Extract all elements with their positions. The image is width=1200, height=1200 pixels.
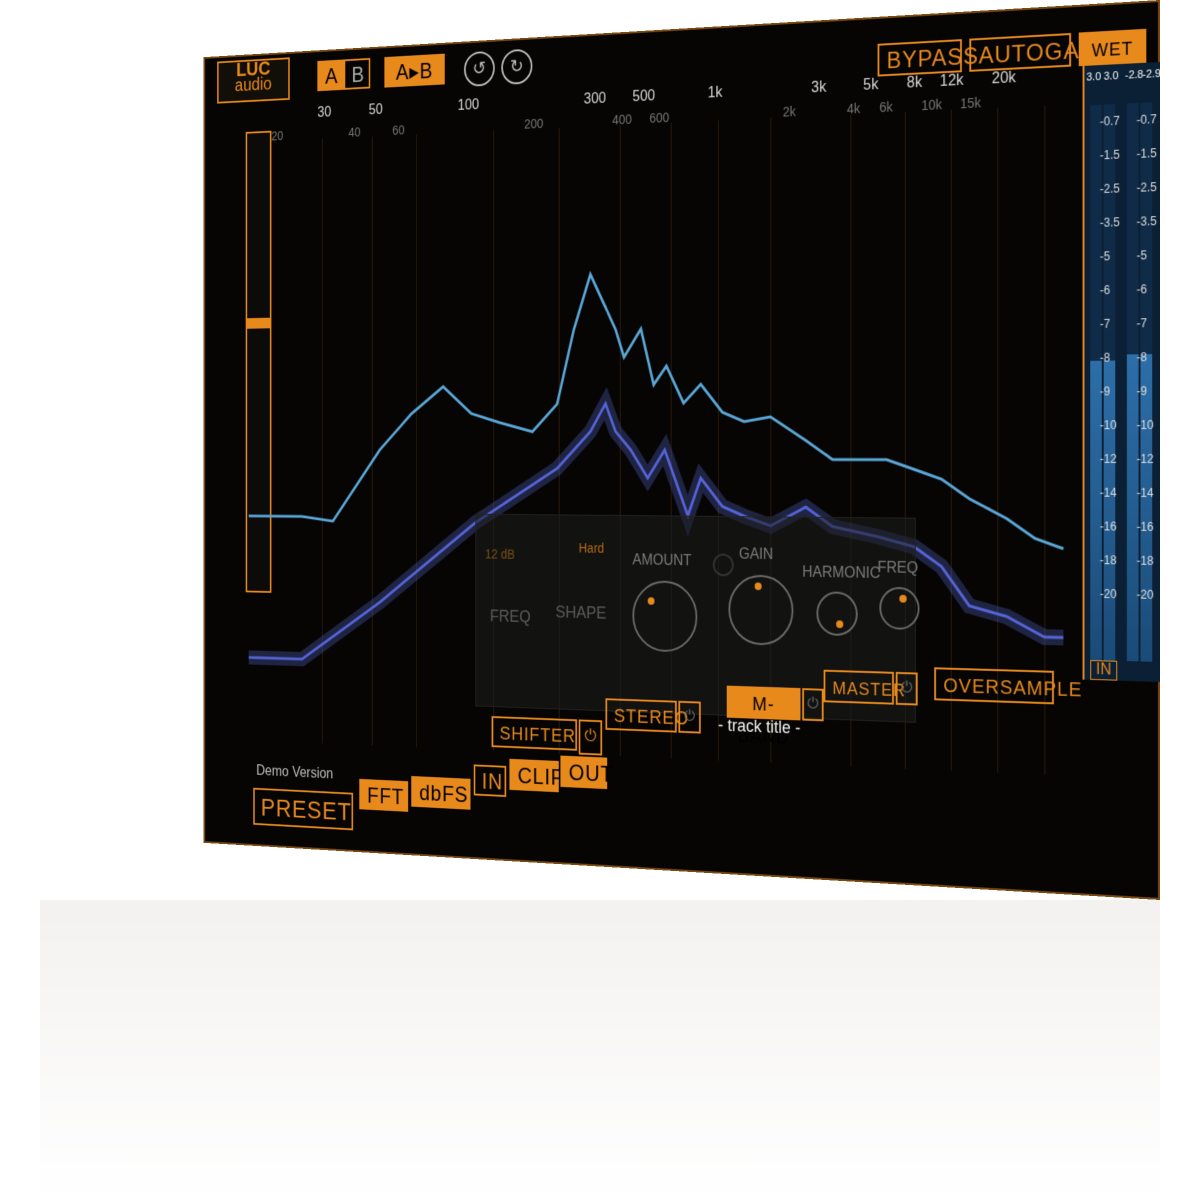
b-button[interactable]: B: [343, 57, 371, 90]
freq-knob-indicator: [899, 594, 907, 603]
meter-tick-label: -0.7: [1136, 112, 1157, 128]
meter-tick-label: -1.5: [1099, 147, 1120, 163]
a-to-b-button[interactable]: A▸B: [384, 53, 445, 88]
preset-button[interactable]: PRESET: [253, 787, 354, 831]
out-button[interactable]: OUT: [560, 755, 614, 790]
meter-tick-label: -14: [1136, 485, 1154, 500]
freq-label-3k: 3k: [811, 79, 827, 97]
freq-label-12k: 12k: [939, 72, 964, 90]
meter-tick-label: -9: [1099, 384, 1111, 399]
meter-tick-label: -7: [1099, 316, 1111, 331]
meter-scale: -0.7 -0.7 -1.5 -1.5 -2.5 -2.5 -3.5 -3.5 -5 -5 -6 -6…: [1084, 102, 1160, 662]
meter-tick-label: -1.5: [1136, 146, 1157, 161]
gain-knob[interactable]: [728, 574, 794, 646]
peak-left-b: 3.0: [1103, 70, 1119, 83]
amount-knob-indicator: [647, 597, 655, 605]
autogain-button[interactable]: AUTOGAIN: [969, 32, 1105, 72]
meter-tick-label: -10: [1136, 418, 1154, 433]
stereo-power-icon[interactable]: ⏻: [678, 700, 701, 734]
freq-label-5k: 5k: [863, 76, 879, 94]
meter-tick-label: -18: [1099, 553, 1117, 568]
master-power-icon[interactable]: ⏻: [895, 671, 918, 706]
track-title: - track title -: [718, 715, 801, 738]
gain-knob-indicator: [754, 582, 762, 591]
demo-version-label: Demo Version: [256, 763, 334, 783]
logo-line-2: audio: [234, 74, 272, 96]
luc-audio-logo: LUC audio: [217, 57, 290, 104]
mband-power-icon[interactable]: ⏻: [802, 688, 824, 722]
meter-tick-label: -7: [1136, 316, 1147, 331]
freq-label-8k: 8k: [906, 74, 923, 92]
freq-label-500: 500: [632, 88, 656, 106]
peak-right-b: -2.9: [1142, 67, 1161, 81]
harmonic-label: HARMONIC: [802, 564, 881, 582]
meter-tick-label: -18: [1136, 553, 1154, 568]
harmonic-knob[interactable]: [816, 591, 858, 637]
meter-in-label: IN: [1090, 660, 1118, 681]
in-button[interactable]: IN: [473, 764, 507, 797]
spectrum-input-line: [249, 262, 1064, 548]
shape-value: Hard: [578, 540, 605, 556]
freq-label-100: 100: [457, 97, 480, 114]
freq-label-20k: 20k: [991, 69, 1016, 88]
meter-tick-label: -8: [1136, 350, 1147, 365]
freq-label-50: 50: [368, 102, 383, 119]
undo-icon[interactable]: ↺: [464, 50, 495, 87]
meter-tick-label: -20: [1136, 587, 1154, 602]
meter-tick-label: -10: [1099, 418, 1117, 433]
db-value: 12 dB: [485, 546, 515, 562]
meter-tick-label: -5: [1099, 249, 1111, 264]
wet-button[interactable]: WET: [1078, 28, 1147, 67]
meter-tick-label: -16: [1136, 519, 1154, 534]
mode-circle-icon[interactable]: [712, 553, 734, 577]
meter-tick-label: -0.7: [1099, 113, 1120, 129]
meter-tick-label: -12: [1136, 451, 1154, 466]
meter-tick-label: -9: [1136, 384, 1147, 399]
meter-tick-label: -3.5: [1099, 215, 1120, 230]
stereo-button[interactable]: STEREO: [605, 698, 689, 733]
shifter-power-icon[interactable]: ⏻: [578, 719, 603, 756]
dbfs-button[interactable]: dbFS: [411, 775, 471, 810]
meter-tick-label: -3.5: [1136, 214, 1157, 229]
freq2-label: FREQ: [877, 559, 919, 577]
meter-tick-label: -6: [1099, 283, 1111, 298]
freq-label: FREQ: [489, 606, 531, 626]
level-meter-panel: 3.0 3.0 -2.8 -2.9 -0.7 -0.7 -1.5 -1.5 -2.5 -2…: [1082, 61, 1161, 683]
freq-label-1k: 1k: [707, 84, 723, 102]
clip-button[interactable]: CLIP: [509, 758, 565, 793]
meter-tick-label: -6: [1136, 282, 1147, 297]
meter-tick-label: -8: [1099, 350, 1111, 365]
peak-right-a: -2.8: [1124, 68, 1144, 82]
freq-label-30: 30: [317, 104, 332, 121]
meter-tick-label: -2.5: [1136, 180, 1157, 195]
fft-button[interactable]: FFT: [359, 778, 409, 812]
gain-label: GAIN: [738, 546, 774, 563]
meter-tick-label: -14: [1099, 485, 1117, 500]
meter-tick-label: -5: [1136, 248, 1147, 263]
peak-left-a: 3.0: [1086, 70, 1102, 84]
shifter-button[interactable]: SHIFTER: [491, 716, 578, 751]
redo-icon[interactable]: ↻: [501, 48, 533, 86]
freq-label-300: 300: [583, 90, 607, 108]
freq-knob[interactable]: [879, 586, 920, 631]
plugin-window: LUC audio A B A▸B ↺ ↻ BYPASS AUTOGAIN WE…: [203, 0, 1161, 900]
reflection: [40, 900, 1160, 1200]
oversample-button[interactable]: OVERSAMPLE: [934, 667, 1082, 705]
a-button[interactable]: A: [317, 59, 344, 92]
master-button[interactable]: MASTER: [823, 669, 906, 705]
meter-tick-label: -12: [1099, 451, 1117, 466]
amount-knob[interactable]: [632, 580, 698, 653]
amount-label: AMOUNT: [632, 552, 692, 570]
meter-tick-label: -2.5: [1099, 181, 1120, 197]
meter-tick-label: -16: [1099, 519, 1117, 534]
harmonic-knob-indicator: [836, 620, 844, 629]
meter-tick-label: -20: [1099, 586, 1117, 602]
shape-label: SHAPE: [555, 602, 607, 623]
bypass-button[interactable]: BYPASS: [877, 39, 979, 77]
